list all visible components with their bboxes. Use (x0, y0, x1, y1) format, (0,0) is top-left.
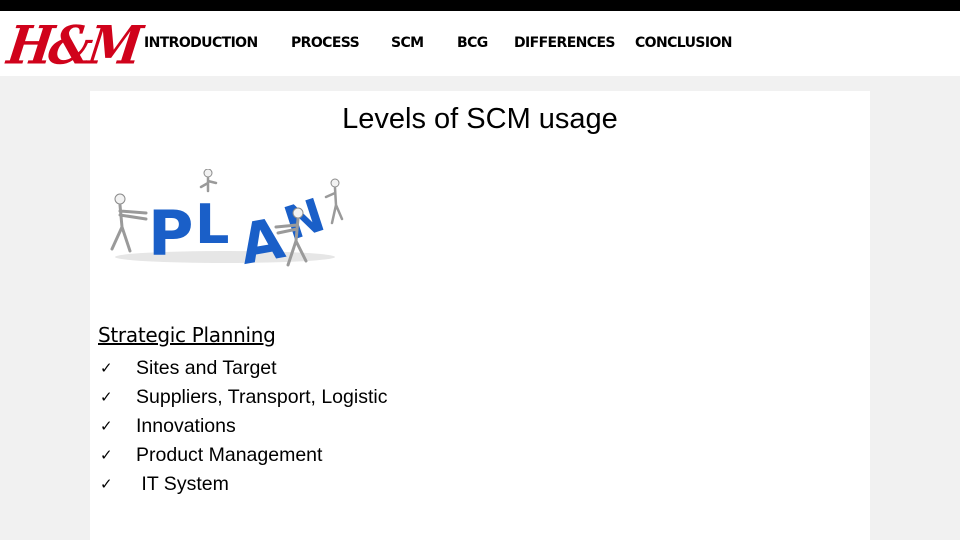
header: H&M INTRODUCTION PROCESS SCM BCG DIFFERE… (0, 11, 960, 77)
nav-conclusion[interactable]: CONCLUSION (635, 35, 732, 51)
top-black-bar (0, 0, 960, 11)
nav-bcg[interactable]: BCG (457, 35, 488, 51)
bullet-text: Innovations (136, 415, 236, 437)
list-item: ✓ Sites and Target (98, 356, 398, 380)
bullet-text: Suppliers, Transport, Logistic (136, 386, 388, 408)
list-item: ✓ IT System (98, 472, 398, 496)
nav-introduction[interactable]: INTRODUCTION (144, 35, 258, 51)
bullet-text: Sites and Target (136, 357, 277, 379)
nav-process[interactable]: PROCESS (291, 35, 360, 51)
plan-illustration: P L A N (110, 169, 344, 269)
bullet-list: ✓ Sites and Target ✓ Suppliers, Transpor… (98, 356, 398, 501)
letter-p: P (148, 197, 193, 269)
bullet-text: Product Management (136, 444, 323, 466)
bullet-text: IT System (136, 473, 229, 495)
slide-content: Levels of SCM usage P L A N Strategic Pl… (90, 91, 870, 540)
check-icon: ✓ (100, 359, 113, 377)
nav-differences[interactable]: DIFFERENCES (514, 35, 616, 51)
list-item: ✓ Innovations (98, 414, 398, 438)
figure-right (324, 178, 344, 225)
hm-logo[interactable]: H&M (4, 15, 142, 77)
nav-scm[interactable]: SCM (391, 35, 424, 51)
section-title: Strategic Planning (98, 323, 276, 347)
figure-left (110, 193, 148, 253)
logo-text: H&M (3, 15, 143, 77)
slide-title: Levels of SCM usage (342, 103, 618, 135)
check-icon: ✓ (100, 388, 113, 406)
letter-a: A (235, 206, 290, 269)
letter-l: L (195, 193, 229, 256)
list-item: ✓ Product Management (98, 443, 398, 467)
check-icon: ✓ (100, 475, 113, 493)
check-icon: ✓ (100, 446, 113, 464)
list-item: ✓ Suppliers, Transport, Logistic (98, 385, 398, 409)
figure-top (199, 169, 218, 193)
check-icon: ✓ (100, 417, 113, 435)
letter-n: N (278, 188, 331, 251)
